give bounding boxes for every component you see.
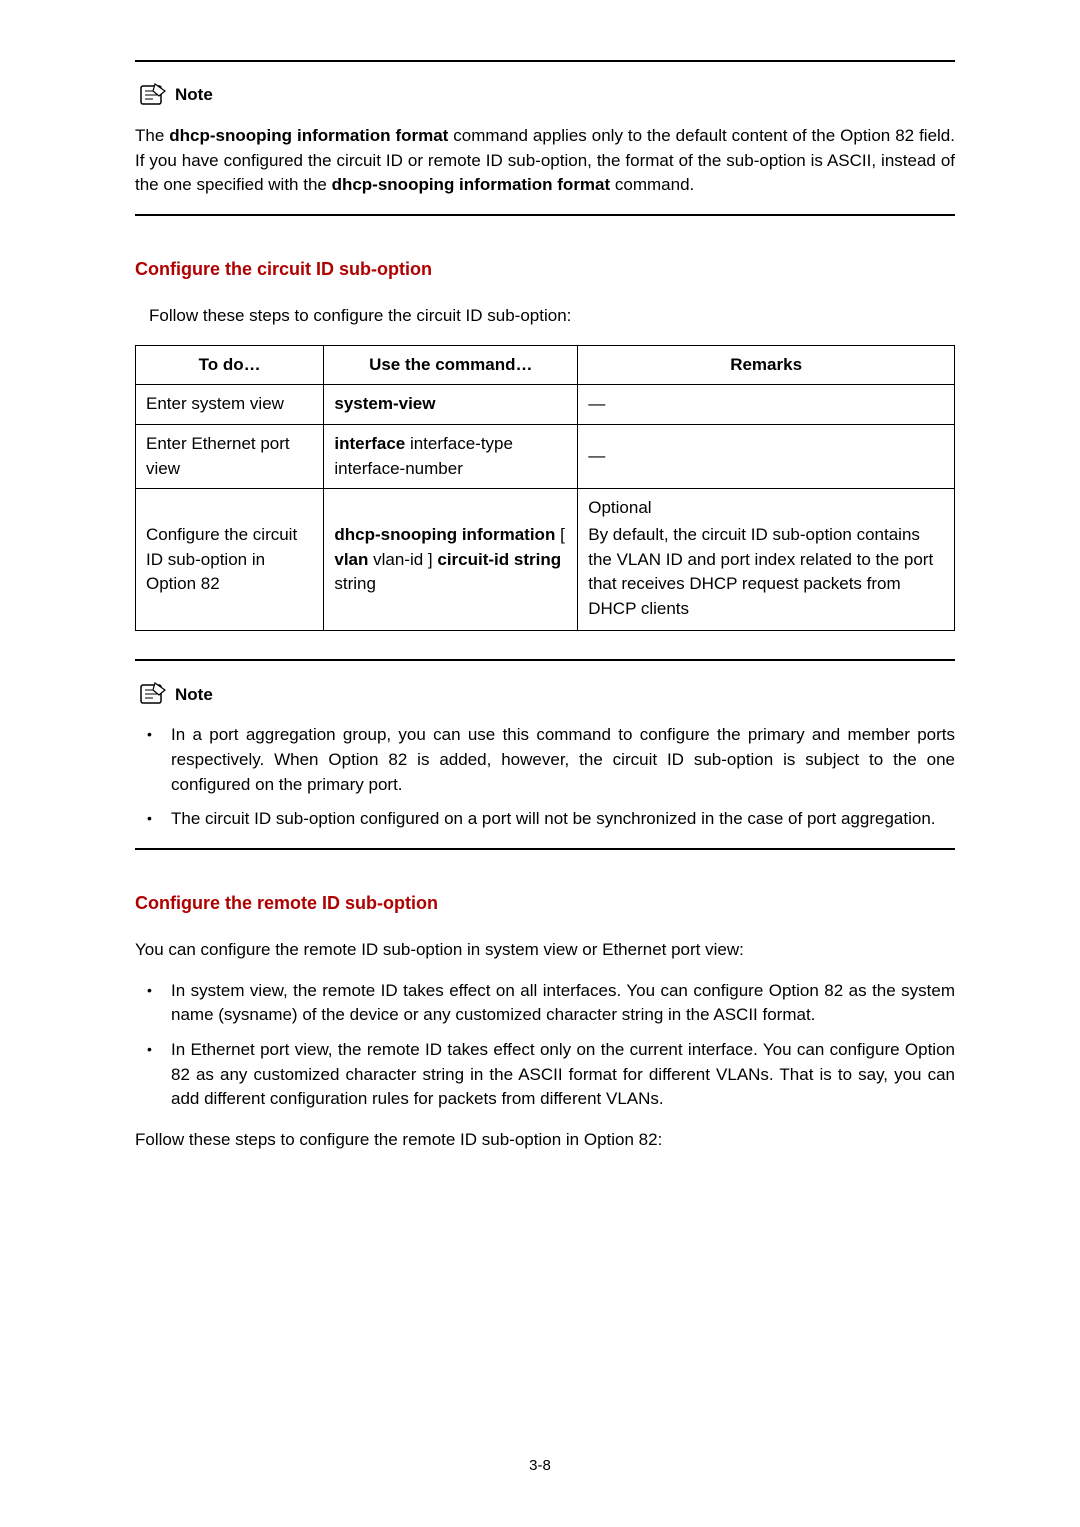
cell-command: system-view bbox=[324, 385, 578, 425]
list-item: The circuit ID sub-option configured on … bbox=[135, 807, 955, 832]
note-head: Note bbox=[135, 82, 955, 108]
divider bbox=[135, 848, 955, 850]
cell-remarks: — bbox=[578, 424, 955, 488]
heading-configure-circuit-id: Configure the circuit ID sub-option bbox=[135, 256, 955, 282]
cell-command: interface interface-type interface-numbe… bbox=[324, 424, 578, 488]
circuit-id-table: To do… Use the command… Remarks Enter sy… bbox=[135, 345, 955, 632]
list-item: In a port aggregation group, you can use… bbox=[135, 723, 955, 797]
note-label: Note bbox=[175, 683, 213, 708]
cell-command: dhcp-snooping information [ vlan vlan-id… bbox=[324, 489, 578, 631]
cell-remarks: OptionalBy default, the circuit ID sub-o… bbox=[578, 489, 955, 631]
intro-text: Follow these steps to configure the circ… bbox=[149, 304, 955, 329]
cell-todo: Configure the circuit ID sub-option in O… bbox=[136, 489, 324, 631]
page-number: 3-8 bbox=[0, 1455, 1080, 1477]
col-header-todo: To do… bbox=[136, 345, 324, 385]
note-icon bbox=[135, 82, 169, 108]
note-head: Note bbox=[135, 681, 955, 707]
table-row: Enter Ethernet port viewinterface interf… bbox=[136, 424, 955, 488]
table-row: Enter system viewsystem-view— bbox=[136, 385, 955, 425]
note-label: Note bbox=[175, 83, 213, 108]
note-bullet-list: In a port aggregation group, you can use… bbox=[135, 723, 955, 832]
divider bbox=[135, 214, 955, 216]
note-body: The dhcp-snooping information format com… bbox=[135, 124, 955, 198]
follow-steps-text: Follow these steps to configure the remo… bbox=[135, 1128, 955, 1153]
divider bbox=[135, 659, 955, 661]
note-icon bbox=[135, 681, 169, 707]
cell-todo: Enter system view bbox=[136, 385, 324, 425]
cell-todo: Enter Ethernet port view bbox=[136, 424, 324, 488]
note-block-2: Note In a port aggregation group, you ca… bbox=[135, 659, 955, 850]
table-row: Configure the circuit ID sub-option in O… bbox=[136, 489, 955, 631]
list-item: In system view, the remote ID takes effe… bbox=[135, 979, 955, 1028]
remote-id-bullet-list: In system view, the remote ID takes effe… bbox=[135, 979, 955, 1112]
heading-configure-remote-id: Configure the remote ID sub-option bbox=[135, 890, 955, 916]
table-header-row: To do… Use the command… Remarks bbox=[136, 345, 955, 385]
cell-remarks: — bbox=[578, 385, 955, 425]
col-header-command: Use the command… bbox=[324, 345, 578, 385]
list-item: In Ethernet port view, the remote ID tak… bbox=[135, 1038, 955, 1112]
intro-text: You can configure the remote ID sub-opti… bbox=[135, 938, 955, 963]
note-block-1: Note The dhcp-snooping information forma… bbox=[135, 60, 955, 216]
divider bbox=[135, 60, 955, 62]
col-header-remarks: Remarks bbox=[578, 345, 955, 385]
note-paragraph: The dhcp-snooping information format com… bbox=[135, 124, 955, 198]
